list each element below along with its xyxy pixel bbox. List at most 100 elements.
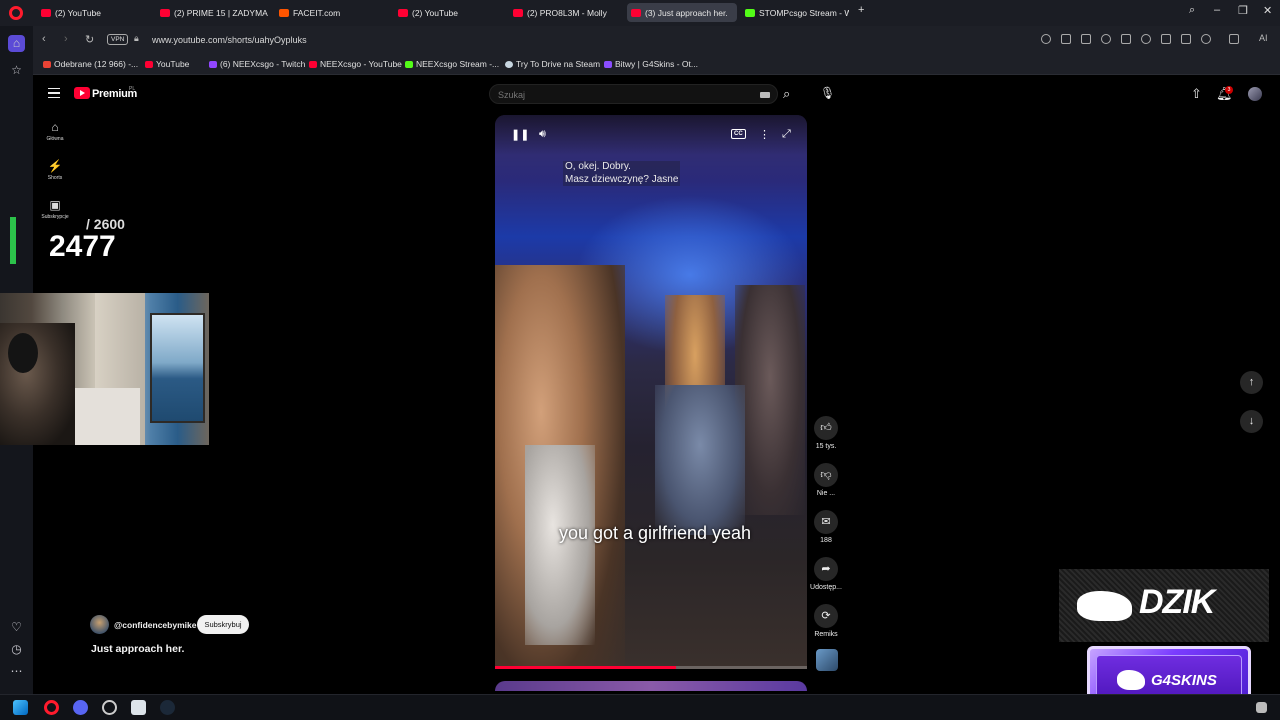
maximize-icon[interactable]: ❐ <box>1238 4 1248 17</box>
dislike-button[interactable]: 👎︎ Nie ... <box>809 463 843 497</box>
forward-icon[interactable]: › <box>64 33 68 45</box>
microphone-icon[interactable]: 🎙︎ <box>820 86 835 100</box>
comments-button[interactable]: ✉︎ 188 <box>809 510 843 544</box>
g4skins-icon <box>604 60 612 68</box>
tab-just-approach-her[interactable]: (3) Just approach her. <box>627 3 737 22</box>
more-options-icon[interactable]: ⋮ <box>759 128 770 141</box>
new-tab-plus-icon[interactable]: + <box>858 4 864 16</box>
bookmarks-bar: Odebrane (12 966) -... YouTube (6) NEEXc… <box>33 54 1280 75</box>
volume-icon[interactable]: 🔊︎ <box>539 128 546 141</box>
home-icon: ⌂ <box>51 120 59 134</box>
keyboard-icon[interactable] <box>760 92 770 98</box>
star-icon[interactable]: ☆ <box>8 62 25 79</box>
remix-button[interactable]: ⟳ Remiks <box>809 604 843 638</box>
nav-shorts[interactable]: ⚡ Shorts <box>40 159 70 181</box>
youtube-icon <box>145 60 153 68</box>
search-page-icon[interactable] <box>1041 34 1051 44</box>
adblock-icon[interactable] <box>1101 34 1111 44</box>
tab-molly[interactable]: (2) PRO8L3M - Molly <box>509 3 621 22</box>
gmail-icon <box>43 60 51 68</box>
tab-title: (2) YouTube <box>412 7 458 18</box>
search-input[interactable] <box>498 88 738 101</box>
faceit-taskbar-icon[interactable] <box>102 700 117 715</box>
tab-prime[interactable]: (2) PRIME 15 | ZADYMA + <box>156 3 268 22</box>
windows-start-icon[interactable] <box>13 700 28 715</box>
url-field[interactable]: www.youtube.com/shorts/uahyOypluks <box>152 35 307 45</box>
channel-name[interactable]: @confidencebymike <box>114 620 196 630</box>
tab-faceit[interactable]: FACEIT.com <box>275 3 387 22</box>
fullscreen-icon[interactable]: ⤢ <box>782 128 791 141</box>
lock-icon[interactable]: 🔒︎ <box>134 33 139 44</box>
tab-search-icon[interactable]: ⌕ <box>1189 4 1195 17</box>
bookmark-twitch[interactable]: (6) NEEXcsgo - Twitch <box>209 59 305 69</box>
account-avatar[interactable] <box>1248 87 1262 101</box>
bookmark-label: NEEXcsgo - YouTube <box>320 59 402 69</box>
next-short-preview[interactable] <box>495 681 807 691</box>
camera-icon[interactable] <box>1081 34 1091 44</box>
history-icon[interactable]: ◷ <box>8 641 25 658</box>
shorts-video-player[interactable]: ❚❚ 🔊︎ CC ⋮ ⤢ O, okej. Dobry. Masz dziewc… <box>495 115 807 669</box>
youtube-icon <box>398 8 408 17</box>
discord-icon[interactable] <box>73 700 88 715</box>
search-icon[interactable]: ⌕ <box>783 86 790 102</box>
opera-logo-icon[interactable] <box>9 6 23 20</box>
share-button[interactable]: ➦ Udostęp... <box>809 557 843 591</box>
nav-subscriptions[interactable]: ▣ Subskrypcje <box>40 198 70 220</box>
menu-hamburger-icon[interactable] <box>48 88 60 98</box>
goal-progress-bar <box>10 217 16 264</box>
video-progress-bar[interactable] <box>495 666 807 669</box>
share-label: Udostęp... <box>810 584 842 591</box>
extension-icon[interactable] <box>1229 34 1239 44</box>
like-button[interactable]: 👍︎ 15 tys. <box>809 416 843 450</box>
nav-home[interactable]: ⌂ Główna <box>40 120 70 142</box>
steam-taskbar-icon[interactable] <box>160 700 175 715</box>
profile-icon[interactable] <box>1201 34 1211 44</box>
notepad-icon[interactable] <box>131 700 146 715</box>
reload-icon[interactable]: ↻ <box>85 33 94 46</box>
tab-youtube-1[interactable]: (2) YouTube <box>37 3 149 22</box>
opera-taskbar-icon[interactable] <box>44 700 59 715</box>
pause-icon[interactable]: ❚❚ <box>511 128 529 141</box>
boar-icon <box>1077 591 1132 621</box>
youtube-icon <box>309 60 317 68</box>
bookmark-neex-youtube[interactable]: NEEXcsgo - YouTube <box>309 59 402 69</box>
tab-youtube-2[interactable]: (2) YouTube <box>394 3 506 22</box>
bookmark-neex-stream[interactable]: NEEXcsgo Stream -... <box>405 59 499 69</box>
home-icon[interactable]: ⌂ <box>8 35 25 52</box>
subscribe-button[interactable]: Subskrybuj <box>197 615 249 634</box>
minimize-icon[interactable]: – <box>1214 4 1220 16</box>
nav-label: Główna <box>46 136 64 142</box>
caption-line: O, okej. Dobry. <box>565 161 631 172</box>
channel-avatar[interactable] <box>90 615 109 634</box>
back-icon[interactable]: ‹ <box>42 33 46 45</box>
close-window-icon[interactable]: ✕ <box>1263 4 1272 17</box>
bookmark-label: Odebrane (12 966) -... <box>54 59 139 69</box>
webcam-overlay <box>0 293 209 445</box>
heart-icon[interactable]: ♡ <box>8 619 25 636</box>
bookmark-gmail[interactable]: Odebrane (12 966) -... <box>43 59 138 69</box>
thumbs-up-icon: 👍︎ <box>814 416 838 440</box>
bookmark-youtube[interactable]: YouTube <box>145 59 189 69</box>
heart-toolbar-icon[interactable] <box>1141 34 1151 44</box>
upload-icon[interactable]: ⇧ <box>1191 86 1202 102</box>
next-short-arrow-icon[interactable]: ↓ <box>1240 410 1263 433</box>
more-icon[interactable]: ⋯ <box>8 663 25 680</box>
edit-icon[interactable] <box>1061 34 1071 44</box>
menu-list-icon[interactable] <box>1181 34 1191 44</box>
youtube-logo-icon[interactable] <box>74 87 90 99</box>
tab-title: (2) PRO8L3M - Molly <box>527 7 607 18</box>
bookmark-steam[interactable]: Try To Drive na Steam <box>505 59 600 69</box>
vpn-badge[interactable]: VPN <box>107 34 129 45</box>
previous-short-arrow-icon[interactable]: ↑ <box>1240 371 1263 394</box>
dzik-logo-text: DZIK <box>1139 583 1215 621</box>
youtube-icon <box>41 8 51 17</box>
g4skins-boar-icon <box>1117 670 1145 690</box>
bookmark-g4skins[interactable]: Bitwy | G4Skins - Ot... <box>604 59 698 69</box>
captions-icon[interactable]: CC <box>731 129 746 139</box>
download-icon[interactable] <box>1161 34 1171 44</box>
play-icon[interactable] <box>1121 34 1131 44</box>
tray-icon[interactable] <box>1256 702 1267 713</box>
ai-button[interactable]: AI <box>1259 33 1268 43</box>
tab-stomp-stream[interactable]: STOMPcsgo Stream - Wat <box>741 3 849 22</box>
sound-avatar[interactable] <box>816 649 838 671</box>
